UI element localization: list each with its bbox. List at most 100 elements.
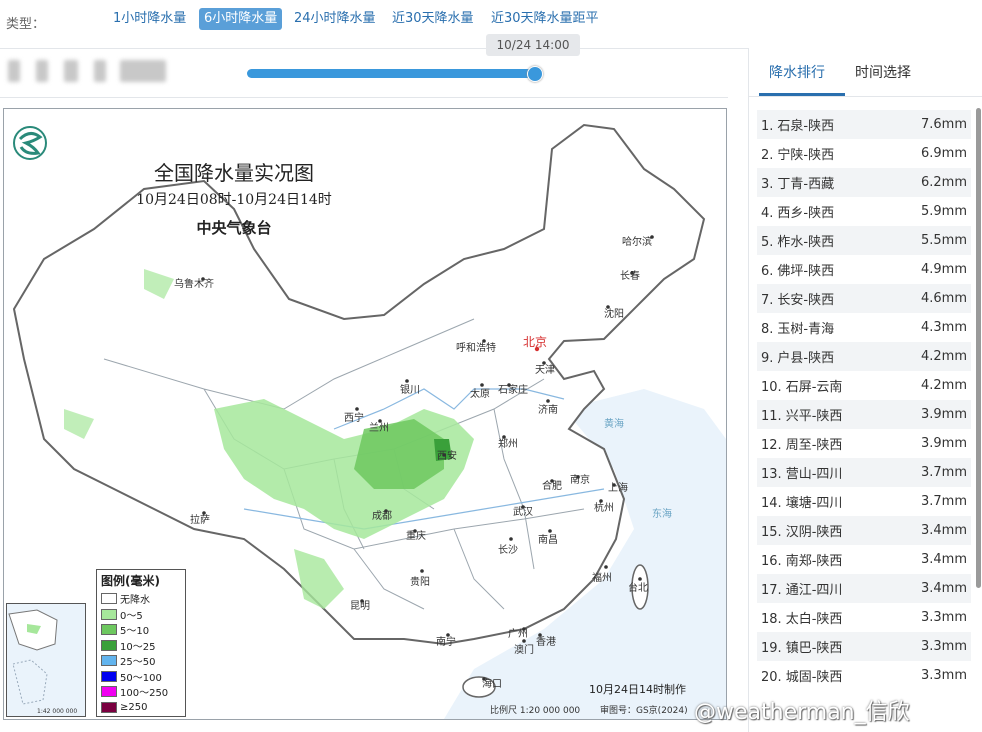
ranking-row[interactable]: 19. 镇巴-陕西 3.3mm	[757, 632, 971, 661]
map-legend: 图例(毫米) 无降水 0～5 5～10 10～25 25～50 50～100 1…	[96, 569, 186, 717]
ranking-value: 3.3mm	[920, 610, 967, 625]
ranking-rank: 8.	[761, 322, 774, 337]
active-tab-indicator	[759, 93, 845, 96]
city-label: 西安	[437, 451, 457, 462]
ranking-row[interactable]: 11. 兴平-陕西 3.9mm	[757, 400, 971, 429]
legend-swatch	[101, 593, 117, 605]
city-label: 福州	[592, 573, 612, 584]
ranking-row[interactable]: 1. 石泉-陕西 7.6mm	[757, 110, 971, 139]
legend-swatch	[101, 655, 117, 667]
ranking-station: 11. 兴平-陕西	[761, 405, 842, 424]
legend-label: 100～250	[120, 688, 169, 700]
time-slider-track[interactable]	[247, 69, 537, 78]
sea-label: 东海	[652, 509, 672, 520]
ranking-row[interactable]: 5. 柞水-陕西 5.5mm	[757, 226, 971, 255]
ranking-rank: 10.	[761, 380, 782, 395]
ranking-station-name: 兴平-陕西	[785, 409, 843, 424]
ranking-value: 4.2mm	[920, 349, 967, 364]
ranking-rank: 9.	[761, 351, 774, 366]
ranking-station: 20. 城固-陕西	[761, 666, 842, 685]
ranking-station: 4. 西乡-陕西	[761, 202, 834, 221]
ranking-row[interactable]: 7. 长安-陕西 4.6mm	[757, 284, 971, 313]
ranking-scrollbar[interactable]	[976, 108, 981, 588]
legend-item: 10～25	[97, 638, 185, 654]
ranking-row[interactable]: 15. 汉阴-陕西 3.4mm	[757, 516, 971, 545]
time-slider-handle[interactable]	[527, 66, 543, 82]
type-label: 类型：	[6, 17, 46, 32]
ranking-row[interactable]: 14. 壤塘-四川 3.7mm	[757, 487, 971, 516]
city-label: 台北	[628, 583, 648, 594]
city-label: 呼和浩特	[456, 343, 496, 354]
ranking-row[interactable]: 12. 周至-陕西 3.9mm	[757, 429, 971, 458]
ranking-row[interactable]: 8. 玉树-青海 4.3mm	[757, 313, 971, 342]
map-organization: 中央气象台	[196, 219, 272, 237]
city-label: 哈尔滨	[622, 237, 652, 248]
tab-6h-precip[interactable]: 6小时降水量	[199, 8, 283, 30]
ranking-row[interactable]: 20. 城固-陕西 3.3mm	[757, 661, 971, 690]
ranking-station: 19. 镇巴-陕西	[761, 637, 842, 656]
blurred-control[interactable]	[36, 60, 48, 82]
tab-1h-precip[interactable]: 1小时降水量	[108, 8, 191, 30]
ranking-value: 6.2mm	[920, 175, 967, 190]
ranking-value: 3.4mm	[920, 581, 967, 596]
ranking-station-name: 佛坪-陕西	[777, 264, 835, 279]
legend-label: 无降水	[120, 595, 150, 607]
ranking-rank: 14.	[761, 496, 782, 511]
ranking-row[interactable]: 17. 通江-四川 3.4mm	[757, 574, 971, 603]
ranking-row[interactable]: 18. 太白-陕西 3.3mm	[757, 603, 971, 632]
tab-30d-precip[interactable]: 近30天降水量	[387, 8, 479, 30]
ranking-row[interactable]: 4. 西乡-陕西 5.9mm	[757, 197, 971, 226]
blurred-control[interactable]	[64, 60, 78, 82]
city-label: 济南	[538, 405, 558, 416]
ranking-row[interactable]: 13. 营山-四川 3.7mm	[757, 458, 971, 487]
ranking-rank: 3.	[761, 177, 774, 192]
ranking-row[interactable]: 10. 石屏-云南 4.2mm	[757, 371, 971, 400]
ranking-value: 4.3mm	[920, 320, 967, 335]
city-label: 拉萨	[190, 515, 210, 526]
ranking-station: 5. 柞水-陕西	[761, 231, 834, 250]
ranking-station: 7. 长安-陕西	[761, 289, 834, 308]
city-label: 成都	[372, 511, 392, 522]
city-label: 乌鲁木齐	[174, 279, 214, 290]
inset-canvas	[8, 609, 58, 705]
city-label: 长沙	[498, 545, 518, 556]
ranking-row[interactable]: 2. 宁陕-陕西 6.9mm	[757, 139, 971, 168]
tab-precip-ranking[interactable]: 降水排行	[769, 62, 825, 82]
city-label: 太原	[470, 389, 490, 400]
ranking-station: 12. 周至-陕西	[761, 434, 842, 453]
ranking-value: 3.7mm	[920, 494, 967, 509]
legend-label: 25～50	[120, 657, 156, 669]
blurred-control[interactable]	[120, 60, 166, 82]
precipitation-map[interactable]: 全国降水量实况图 10月24日08时-10月24日14时 中央气象台 乌鲁木齐 …	[3, 108, 727, 720]
legend-swatch	[101, 670, 117, 682]
ranking-rank: 6.	[761, 264, 774, 279]
city-label: 长春	[620, 271, 640, 282]
ranking-row[interactable]: 6. 佛坪-陕西 4.9mm	[757, 255, 971, 284]
ranking-row[interactable]: 9. 户县-陕西 4.2mm	[757, 342, 971, 371]
blurred-control[interactable]	[94, 60, 106, 82]
city-label: 银川	[400, 385, 420, 396]
city-label: 郑州	[498, 439, 518, 450]
blurred-control[interactable]	[8, 60, 20, 82]
legend-label: 5～10	[120, 626, 150, 638]
legend-swatch	[101, 624, 117, 636]
tab-time-select[interactable]: 时间选择	[855, 62, 911, 82]
legend-item: 25～50	[97, 653, 185, 669]
ranking-station-name: 周至-陕西	[785, 438, 843, 453]
south-sea-inset-map: 1:42 000 000	[6, 603, 86, 717]
ranking-row[interactable]: 3. 丁青-西藏 6.2mm	[757, 168, 971, 197]
ranking-value: 6.9mm	[920, 146, 967, 161]
tab-24h-precip[interactable]: 24小时降水量	[289, 8, 381, 30]
ranking-station-name: 柞水-陕西	[777, 235, 835, 250]
ranking-rank: 13.	[761, 467, 782, 482]
ranking-station-name: 丁青-西藏	[777, 177, 835, 192]
ranking-station-name: 镇巴-陕西	[785, 641, 843, 656]
ranking-row[interactable]: 16. 南郑-陕西 3.4mm	[757, 545, 971, 574]
city-label: 贵阳	[410, 577, 430, 588]
city-label: 昆明	[350, 601, 370, 612]
tab-30d-anomaly[interactable]: 近30天降水量距平	[486, 8, 604, 30]
ranking-station: 10. 石屏-云南	[761, 376, 842, 395]
ranking-station: 8. 玉树-青海	[761, 318, 834, 337]
ranking-station-name: 城固-陕西	[785, 670, 843, 685]
legend-item: 0～5	[97, 607, 185, 623]
